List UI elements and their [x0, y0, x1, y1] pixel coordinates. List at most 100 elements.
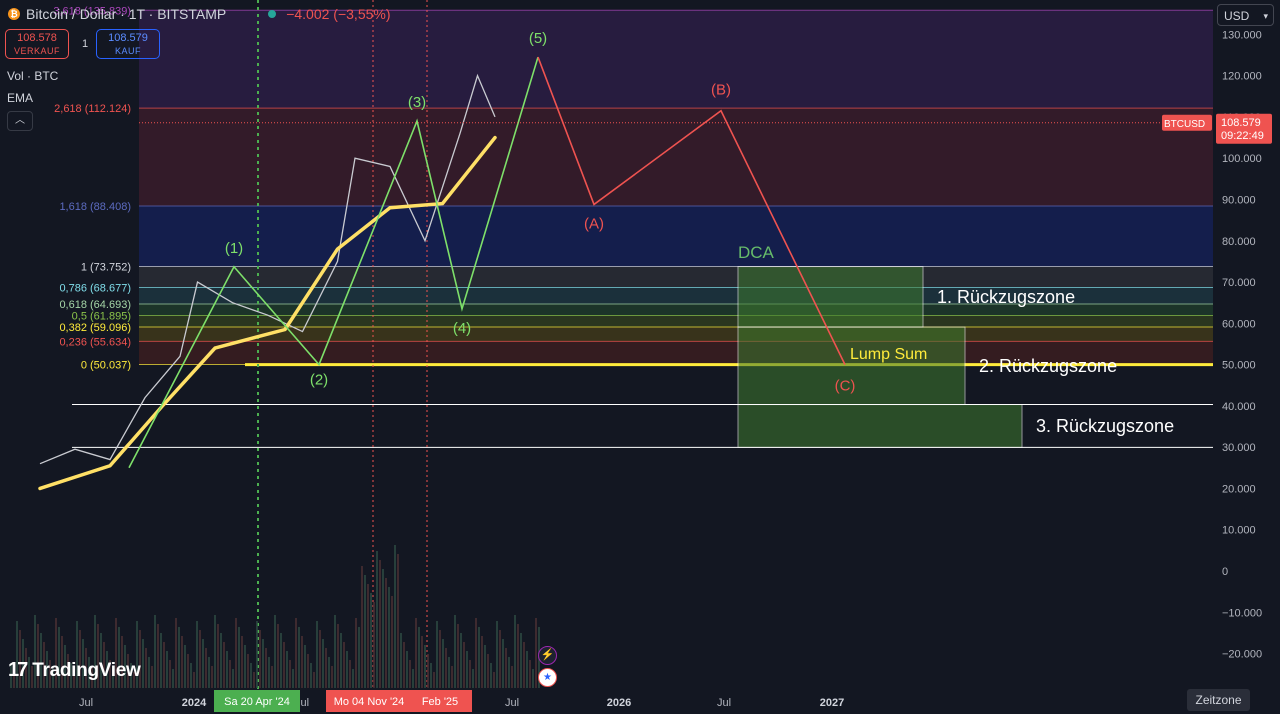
volume-bar — [361, 566, 363, 688]
volume-bar — [475, 618, 477, 688]
volume-bar — [193, 672, 195, 688]
buy-price: 108.579 — [108, 32, 148, 44]
us-flag-icon[interactable]: ★ — [538, 668, 557, 687]
volume-bar — [499, 630, 501, 688]
volume-bar — [289, 660, 291, 688]
volume-bar — [457, 624, 459, 688]
volume-bar — [313, 672, 315, 688]
volume-bar — [196, 621, 198, 688]
price-axis-tick-label: 100.000 — [1222, 153, 1262, 165]
volume-bar — [274, 615, 276, 688]
lump-sum-label: Lump Sum — [850, 346, 927, 363]
volume-bar — [178, 627, 180, 688]
symbol-title[interactable]: Bitcoin / Dollar · 1T · BITSTAMP — [26, 6, 226, 22]
chevron-up-icon: ︿ — [15, 115, 25, 126]
volume-bar — [520, 633, 522, 688]
volume-bar — [232, 669, 234, 688]
tradingview-logo-text: TradingView — [32, 659, 141, 681]
chart-header: ₿ Bitcoin / Dollar · 1T · BITSTAMP −4.00… — [8, 6, 391, 22]
collapse-indicators-button[interactable]: ︿ — [7, 111, 33, 131]
volume-bar — [403, 642, 405, 688]
time-axis-tick-label: 2024 — [182, 697, 207, 709]
sell-label: VERKAUF — [13, 46, 60, 56]
time-axis-tick-label: 2026 — [607, 697, 631, 709]
volume-bar — [472, 669, 474, 688]
price-axis-tick-label: 130.000 — [1222, 29, 1262, 41]
volume-bar — [442, 639, 444, 688]
volume-indicator-label[interactable]: Vol · BTC — [7, 69, 58, 83]
fib-level-label: 0 (50.037) — [81, 359, 131, 371]
volume-bar — [325, 648, 327, 688]
date-marker-tag-label: Feb '25 — [422, 696, 458, 708]
volume-bar — [211, 666, 213, 688]
timezone-button[interactable]: Zeitzone — [1187, 689, 1250, 711]
volume-bar — [199, 630, 201, 688]
fib-level-label: 1,618 (88.408) — [59, 201, 131, 213]
volume-bar — [298, 627, 300, 688]
price-axis-tick-label: −10.000 — [1222, 607, 1262, 619]
volume-bar — [235, 618, 237, 688]
volume-bar — [304, 645, 306, 688]
last-price-countdown: 09:22:49 — [1221, 130, 1264, 142]
volume-bar — [388, 587, 390, 688]
fib-band — [139, 327, 1213, 342]
volume-bar — [331, 666, 333, 688]
volume-bar — [337, 624, 339, 688]
volume-bar — [157, 624, 159, 688]
volume-bar — [268, 657, 270, 688]
volume-bar — [265, 648, 267, 688]
volume-bar — [295, 618, 297, 688]
volume-bar — [175, 618, 177, 688]
volume-bar — [535, 618, 537, 688]
volume-bar — [508, 657, 510, 688]
volume-bar — [463, 642, 465, 688]
fib-level-label: 0,382 (59.096) — [59, 322, 131, 334]
volume-bar — [280, 633, 282, 688]
volume-bar — [454, 615, 456, 688]
sell-button[interactable]: 108.578 VERKAUF — [5, 29, 69, 59]
volume-bar — [397, 554, 399, 688]
volume-bar — [286, 651, 288, 688]
volume-bar — [364, 575, 366, 688]
volume-bar — [427, 654, 429, 688]
fib-band — [139, 266, 1213, 288]
volume-bar — [487, 654, 489, 688]
chart-canvas[interactable]: 0 (50.037)0,236 (55.634)0,382 (59.096)0,… — [0, 0, 1280, 714]
volume-bar — [181, 636, 183, 688]
volume-bar — [226, 651, 228, 688]
price-axis-tick-label: 50.000 — [1222, 360, 1256, 372]
corrective-wave-label: (B) — [711, 82, 731, 99]
last-price-value: 108.579 — [1221, 117, 1261, 129]
volume-bar — [391, 596, 393, 688]
fib-band — [139, 10, 1213, 109]
volume-bar — [166, 651, 168, 688]
volume-bar — [322, 639, 324, 688]
volume-bar — [415, 618, 417, 688]
volume-bar — [301, 636, 303, 688]
impulse-wave-label: (3) — [408, 94, 426, 111]
impulse-wave-label: (2) — [310, 372, 328, 389]
volume-bar — [469, 660, 471, 688]
volume-bar — [229, 660, 231, 688]
impulse-wave-label: (1) — [225, 240, 243, 257]
volume-bar — [358, 627, 360, 688]
last-price-symbol: BTCUSD — [1164, 119, 1205, 130]
volume-bar — [277, 624, 279, 688]
volume-bar — [502, 639, 504, 688]
volume-bar — [202, 639, 204, 688]
currency-value: USD — [1224, 9, 1250, 23]
volume-bar — [151, 666, 153, 688]
tradingview-logo: 17 TradingView — [8, 659, 141, 682]
bitcoin-icon: ₿ — [8, 8, 20, 20]
volume-bar — [496, 621, 498, 688]
flash-icon[interactable]: ⚡ — [538, 646, 557, 665]
ema-indicator-label[interactable]: EMA — [7, 91, 33, 105]
time-axis-tick-label: Jul — [505, 697, 519, 709]
buy-button[interactable]: 108.579 KAUF — [96, 29, 160, 59]
volume-bar — [220, 633, 222, 688]
volume-bar — [394, 545, 396, 688]
volume-bar — [250, 663, 252, 688]
time-axis-tick-label: 2027 — [820, 697, 844, 709]
volume-bar — [160, 633, 162, 688]
currency-select[interactable]: USD ▾ — [1217, 4, 1274, 26]
